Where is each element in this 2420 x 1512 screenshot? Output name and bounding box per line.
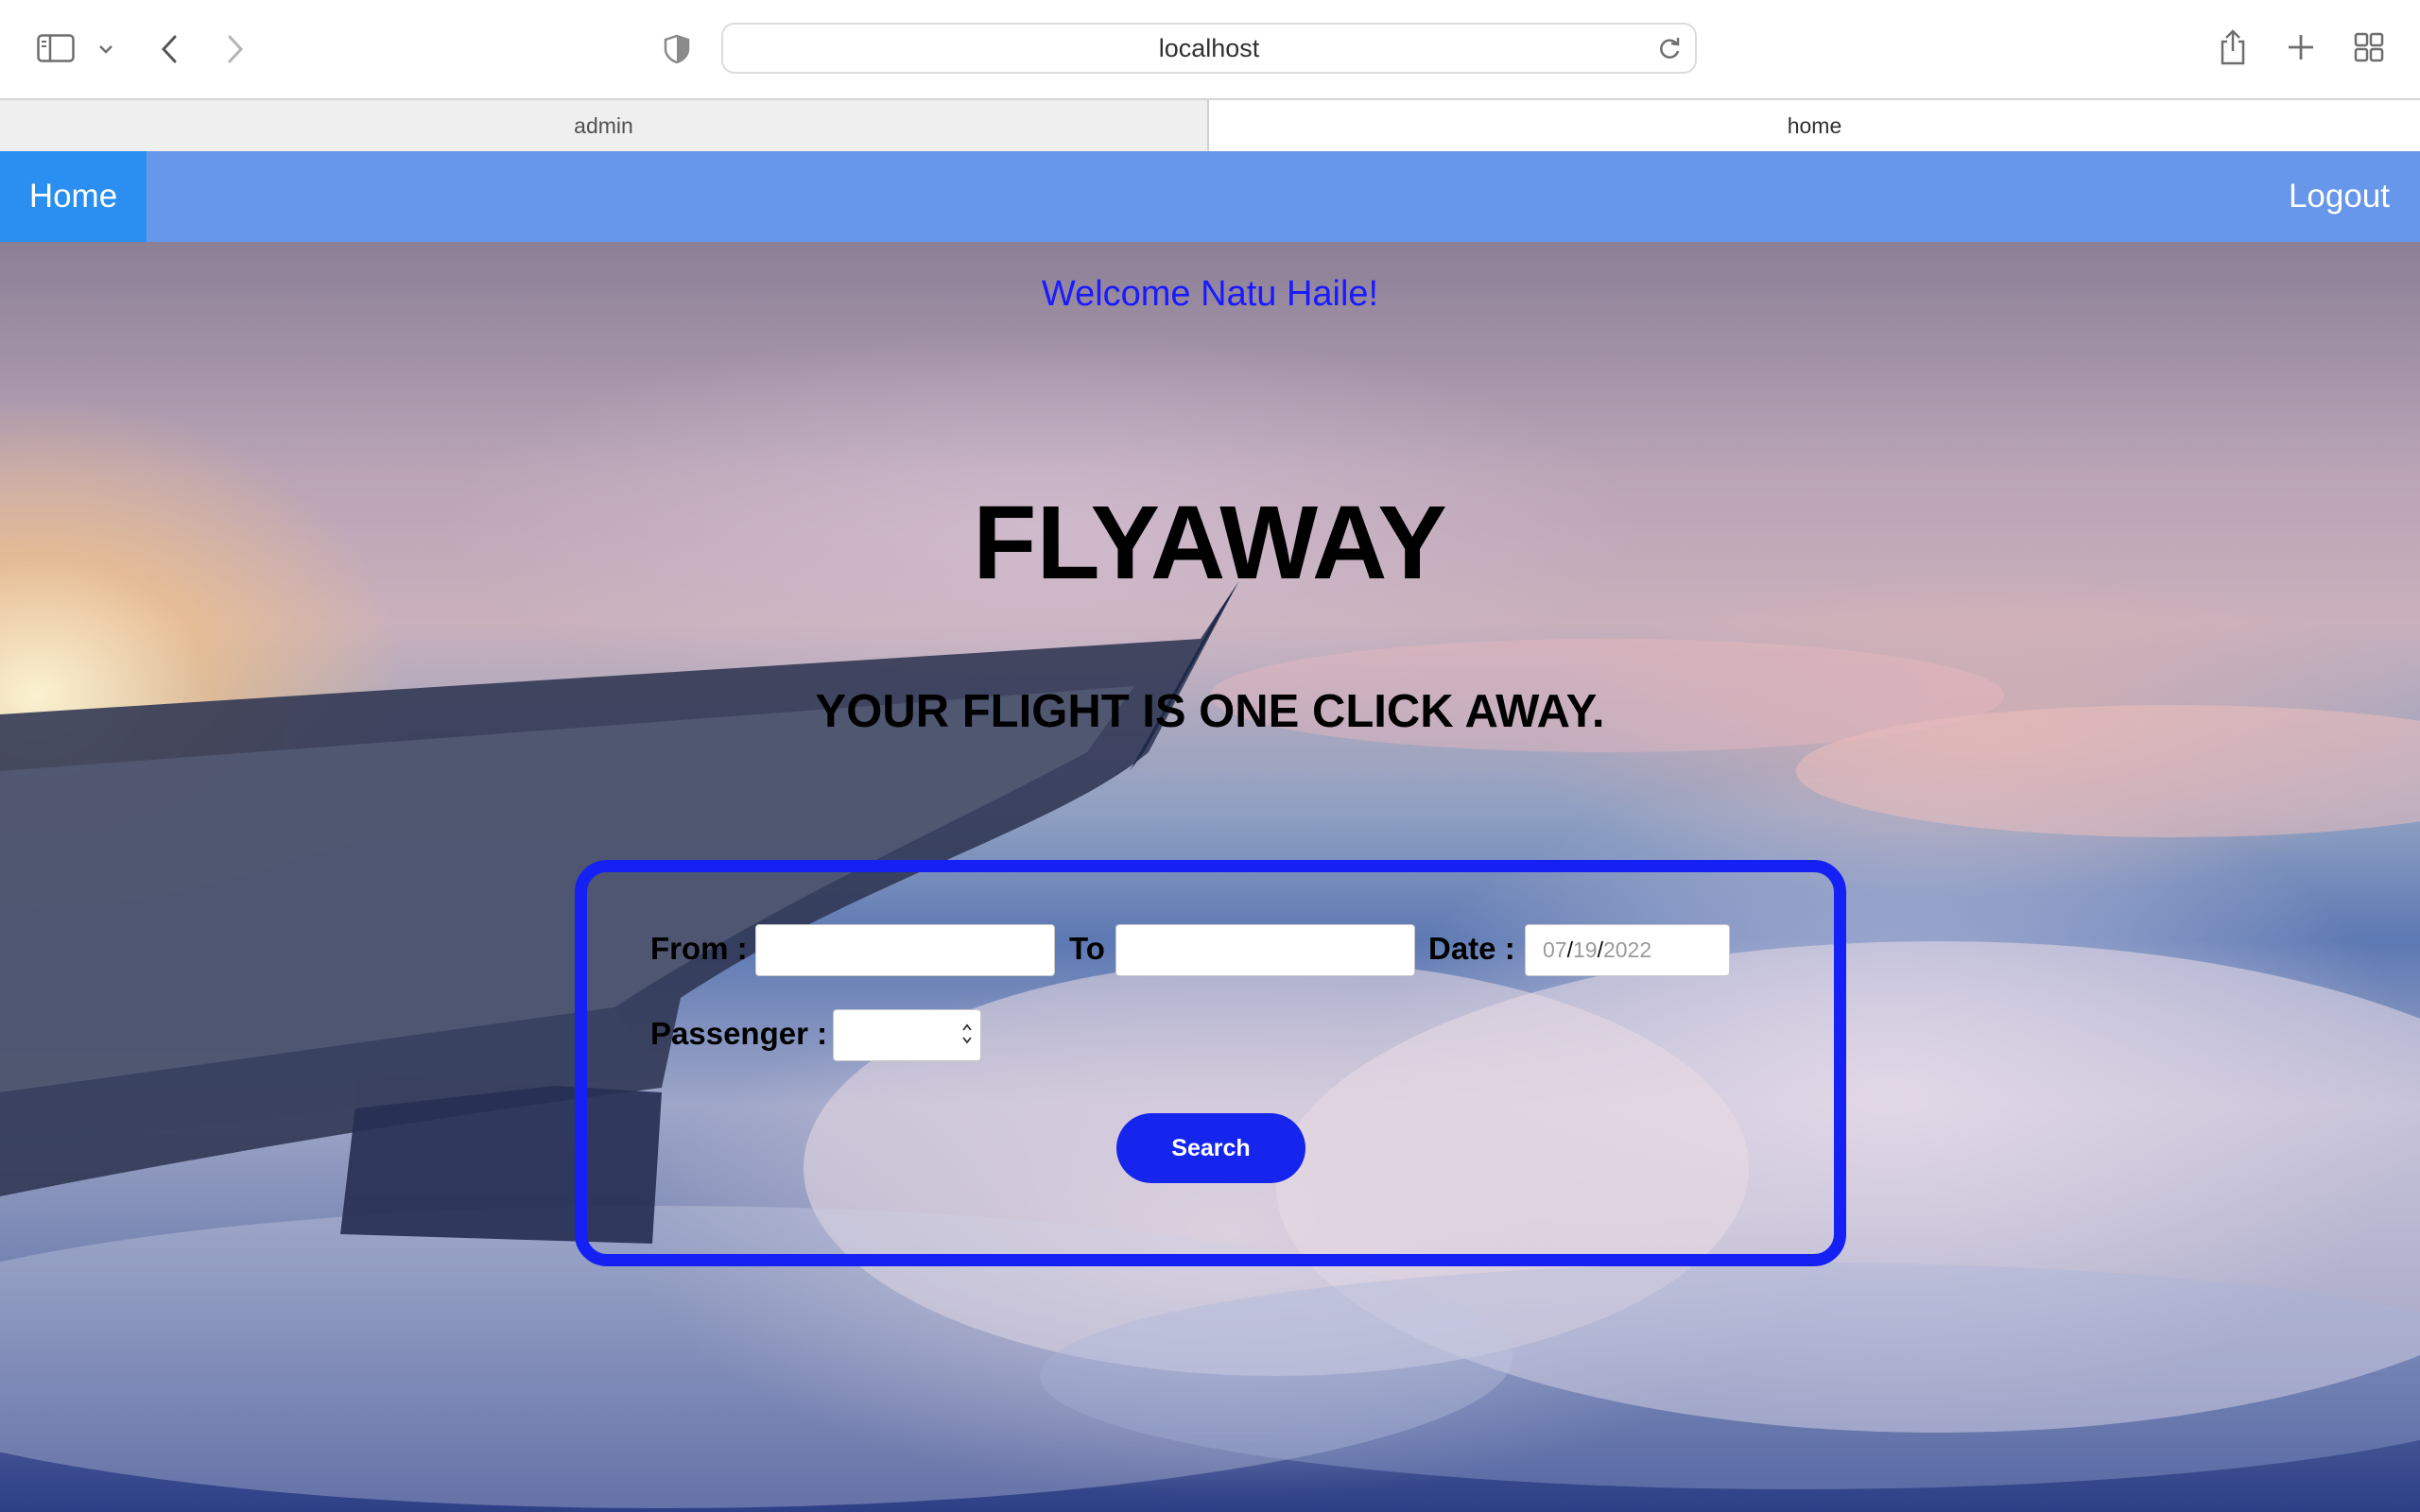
- shield-icon[interactable]: [660, 32, 694, 66]
- browser-toolbar: localhost: [0, 0, 2420, 98]
- reload-icon[interactable]: [1657, 37, 1682, 66]
- logout-link[interactable]: Logout: [2258, 151, 2420, 242]
- tab-overview-icon[interactable]: [2352, 30, 2386, 64]
- sidebar-icon[interactable]: [34, 30, 78, 66]
- share-icon[interactable]: [2216, 26, 2250, 68]
- page-content: Home Logout Welcome Natu Haile! FLYAWAY …: [0, 151, 2420, 1512]
- home-link[interactable]: Home: [0, 151, 147, 242]
- chevron-down-icon[interactable]: [95, 38, 117, 60]
- tab-home[interactable]: home: [1209, 100, 2420, 151]
- from-label: From :: [650, 931, 748, 966]
- tagline: YOUR FLIGHT IS ONE CLICK AWAY.: [815, 686, 1605, 737]
- forward-icon[interactable]: [221, 30, 250, 68]
- address-bar[interactable]: localhost: [721, 23, 1697, 74]
- tab-admin[interactable]: admin: [0, 100, 1209, 151]
- new-tab-icon[interactable]: [2284, 30, 2318, 64]
- number-stepper-icon[interactable]: [959, 1018, 975, 1050]
- url-text: localhost: [1158, 33, 1260, 62]
- brand-title: FLYAWAY: [973, 485, 1447, 601]
- flight-search-form: From : To Date : 07/19/2022 Passenger : …: [575, 860, 1846, 1266]
- passenger-input[interactable]: [833, 1009, 981, 1061]
- tab-strip: admin home: [0, 98, 2420, 151]
- to-label: To: [1069, 931, 1105, 966]
- date-input[interactable]: 07/19/2022: [1525, 924, 1730, 976]
- from-input[interactable]: [755, 924, 1055, 976]
- tab-label: home: [1787, 112, 1842, 138]
- date-label: Date :: [1428, 931, 1515, 966]
- date-month: 07: [1543, 937, 1567, 962]
- tab-label: admin: [574, 112, 633, 138]
- back-icon[interactable]: [155, 30, 183, 68]
- search-button[interactable]: Search: [1116, 1113, 1305, 1183]
- to-input[interactable]: [1115, 924, 1415, 976]
- passenger-label: Passenger :: [650, 1016, 828, 1051]
- date-year: 2022: [1602, 937, 1652, 962]
- top-navbar: Home Logout: [0, 151, 2420, 242]
- welcome-message: Welcome Natu Haile!: [1041, 274, 1379, 314]
- date-day: 19: [1572, 937, 1598, 962]
